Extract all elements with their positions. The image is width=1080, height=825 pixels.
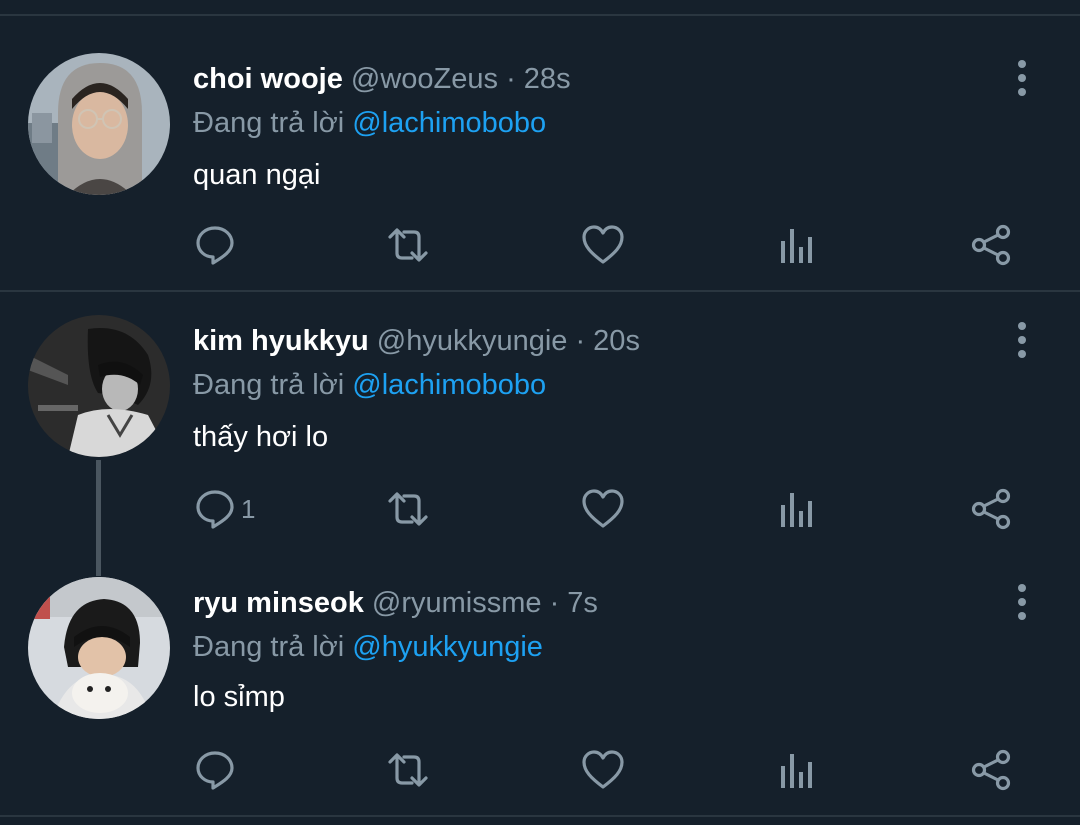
retweet-icon <box>388 753 428 787</box>
reply-button[interactable] <box>193 745 241 795</box>
timestamp[interactable]: · 28s <box>506 63 570 95</box>
reply-icon <box>196 490 234 529</box>
tweet[interactable]: kim hyukkyu @hyukkyungie · 20s Đang trả … <box>0 292 1080 554</box>
more-vertical-icon[interactable] <box>1008 58 1036 98</box>
share-button[interactable] <box>969 220 1013 270</box>
tweet[interactable]: ryu minseok @ryumissme · 7s Đang trả lời… <box>0 554 1080 815</box>
display-name[interactable]: choi wooje <box>193 63 343 95</box>
like-button[interactable] <box>581 745 625 795</box>
reply-button[interactable]: 1 <box>193 484 255 534</box>
tweet-text: thấy hơi lo <box>193 421 329 453</box>
more-vertical-icon[interactable] <box>1008 320 1036 360</box>
tweet[interactable]: choi wooje @wooZeus · 28s Đang trả lời @… <box>0 0 1080 290</box>
mention-link[interactable]: @hyukkyungie <box>352 631 543 663</box>
share-button[interactable] <box>969 745 1013 795</box>
heart-icon <box>582 489 624 528</box>
share-icon <box>971 488 1011 530</box>
tweet-text: quan ngại <box>193 159 321 191</box>
tweet-header: choi wooje @wooZeus · 28s <box>193 62 571 96</box>
like-button[interactable] <box>581 220 625 270</box>
replying-to-label: Đang trả lời <box>193 107 345 139</box>
reply-button[interactable] <box>193 220 241 270</box>
heart-icon <box>582 225 624 264</box>
analytics-icon <box>781 493 812 527</box>
analytics-button[interactable] <box>775 745 819 795</box>
retweet-button[interactable] <box>386 220 430 270</box>
share-button[interactable] <box>969 484 1013 534</box>
tweet-header: ryu minseok @ryumissme · 7s <box>193 586 598 620</box>
more-vertical-icon[interactable] <box>1008 582 1036 622</box>
reply-icon <box>196 751 234 790</box>
timestamp[interactable]: · 20s <box>575 325 639 357</box>
analytics-button[interactable] <box>775 220 819 270</box>
action-bar <box>0 220 1080 270</box>
avatar[interactable] <box>28 315 170 457</box>
action-bar <box>0 745 1080 795</box>
action-bar: 1 <box>0 484 1080 534</box>
analytics-button[interactable] <box>775 484 819 534</box>
analytics-icon <box>781 229 812 263</box>
like-button[interactable] <box>581 484 625 534</box>
avatar[interactable] <box>28 53 170 195</box>
mention-link[interactable]: @lachimobobo <box>352 369 546 401</box>
avatar[interactable] <box>28 577 170 719</box>
tweet-header: kim hyukkyu @hyukkyungie · 20s <box>193 324 640 358</box>
retweet-button[interactable] <box>386 484 430 534</box>
analytics-icon <box>781 754 812 788</box>
replying-to-label: Đang trả lời <box>193 369 345 401</box>
mention-link[interactable]: @lachimobobo <box>352 107 546 139</box>
retweet-icon <box>388 228 428 262</box>
replying-to: Đang trả lời @lachimobobo <box>193 106 546 140</box>
reply-count: 1 <box>241 493 256 524</box>
share-icon <box>971 224 1011 266</box>
bottom-divider <box>0 815 1080 817</box>
replying-to: Đang trả lời @lachimobobo <box>193 368 546 402</box>
display-name[interactable]: kim hyukkyu <box>193 325 369 357</box>
reply-icon <box>196 226 234 265</box>
retweet-icon <box>388 492 428 526</box>
user-handle[interactable]: @ryumissme <box>372 587 542 619</box>
share-icon <box>971 749 1011 791</box>
timestamp[interactable]: · 7s <box>550 587 598 619</box>
user-handle[interactable]: @wooZeus <box>351 63 498 95</box>
replying-to: Đang trả lời @hyukkyungie <box>193 630 543 664</box>
heart-icon <box>582 750 624 789</box>
tweet-text: lo sỉmp <box>193 681 285 713</box>
user-handle[interactable]: @hyukkyungie <box>377 325 568 357</box>
display-name[interactable]: ryu minseok <box>193 587 364 619</box>
replying-to-label: Đang trả lời <box>193 631 345 663</box>
retweet-button[interactable] <box>386 745 430 795</box>
